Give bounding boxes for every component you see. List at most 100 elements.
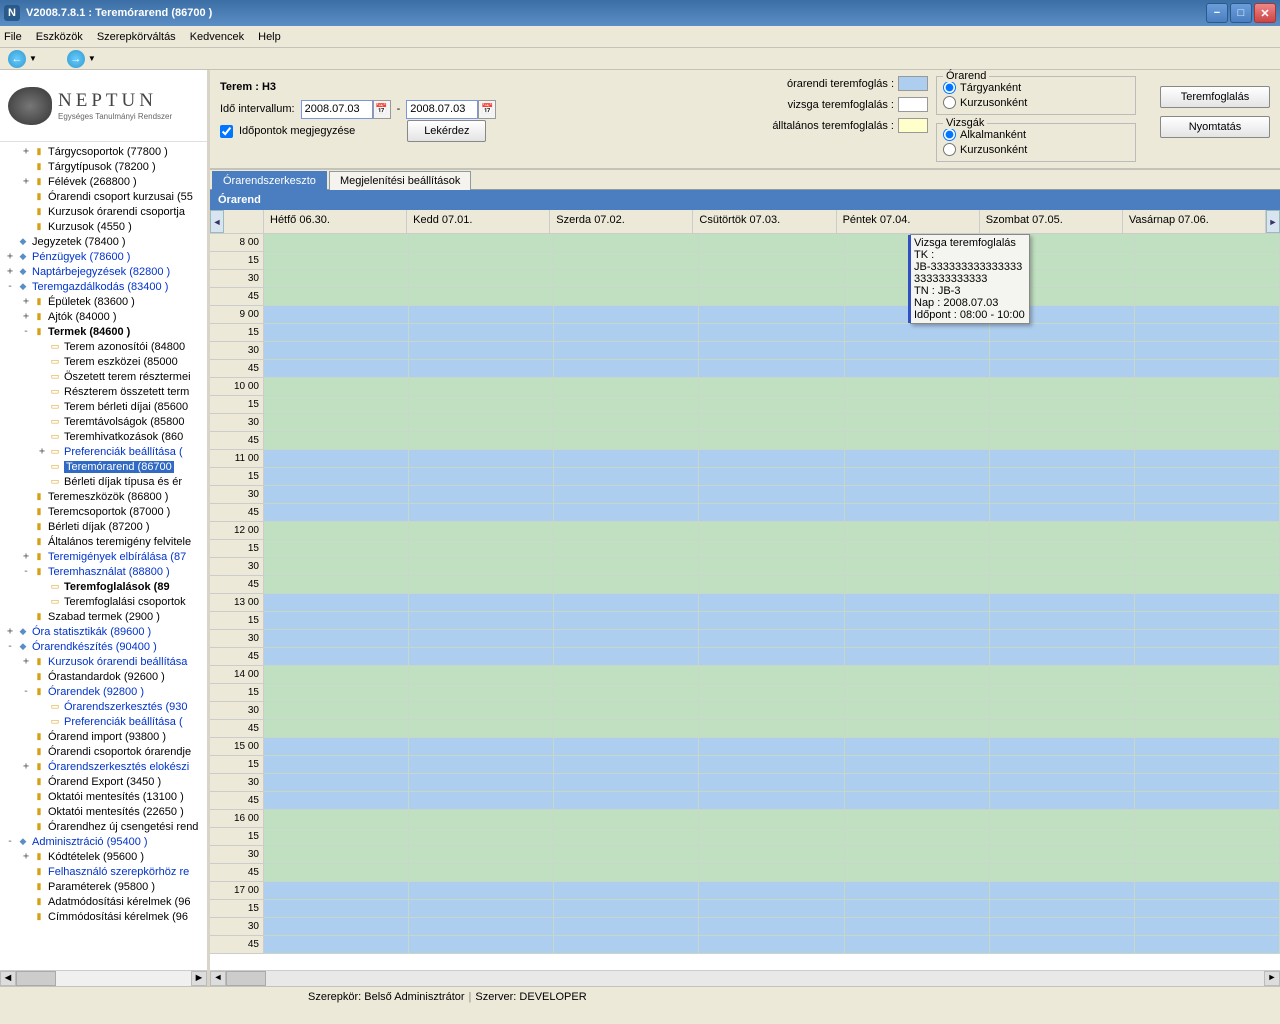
maximize-button[interactable]: □ [1230,3,1252,23]
time-slot[interactable] [264,828,409,846]
time-slot[interactable] [264,234,409,252]
tree-node[interactable]: +▭Preferenciák beállítása ( [0,444,207,459]
time-slot[interactable] [990,756,1135,774]
time-slot[interactable] [409,864,554,882]
time-slot[interactable] [990,378,1135,396]
menu-favorites[interactable]: Kedvencek [190,31,244,43]
tree-node[interactable]: ▮Adatmódosítási kérelmek (96 [0,894,207,909]
time-slot[interactable] [554,918,699,936]
time-slot[interactable] [990,360,1135,378]
targyankent-radio[interactable] [943,81,956,94]
time-slot[interactable] [845,828,990,846]
time-slot[interactable] [264,468,409,486]
prev-week-button[interactable]: ◄ [210,210,224,233]
tree-node[interactable]: ▭Teremfoglalási csoportok [0,594,207,609]
time-slot[interactable] [264,738,409,756]
time-slot[interactable] [845,504,990,522]
time-slot[interactable] [554,882,699,900]
navigation-tree[interactable]: +▮Tárgycsoportok (77800 )▮Tárgytípusok (… [0,142,207,970]
tree-toggle-icon[interactable]: - [20,686,32,697]
time-slot[interactable] [409,648,554,666]
tree-node[interactable]: ▭Teremórarend (86700 [0,459,207,474]
date-to[interactable]: 📅 [406,100,496,119]
time-slot[interactable] [1135,288,1280,306]
time-slot[interactable] [554,756,699,774]
tree-node[interactable]: ▭Öszetett terem résztermei [0,369,207,384]
kurzusonkent2-radio[interactable] [943,143,956,156]
time-slot[interactable] [1135,612,1280,630]
time-slot[interactable] [990,702,1135,720]
tree-node[interactable]: ▮Órastandardok (92600 ) [0,669,207,684]
time-slot[interactable] [845,666,990,684]
time-slot[interactable] [554,936,699,954]
time-slot[interactable] [1135,234,1280,252]
time-slot[interactable] [845,540,990,558]
time-slot[interactable] [409,558,554,576]
time-slot[interactable] [409,882,554,900]
tree-toggle-icon[interactable]: + [4,251,16,262]
time-slot[interactable] [554,414,699,432]
remember-checkbox[interactable] [220,125,233,138]
time-slot[interactable] [990,504,1135,522]
time-slot[interactable] [554,738,699,756]
time-slot[interactable] [845,558,990,576]
time-slot[interactable] [554,684,699,702]
tree-node[interactable]: +◆Naptárbejegyzések (82800 ) [0,264,207,279]
time-slot[interactable] [409,324,554,342]
tree-toggle-icon[interactable]: + [4,626,16,637]
time-slot[interactable] [699,756,844,774]
time-slot[interactable] [409,414,554,432]
tree-toggle-icon[interactable]: + [20,761,32,772]
tree-node[interactable]: +▮Tárgycsoportok (77800 ) [0,144,207,159]
time-slot[interactable] [409,936,554,954]
time-slot[interactable] [264,900,409,918]
tree-node[interactable]: +▮Kurzusok órarendi beállítása [0,654,207,669]
time-slot[interactable] [845,324,990,342]
time-slot[interactable] [1135,450,1280,468]
time-slot[interactable] [699,864,844,882]
time-slot[interactable] [554,486,699,504]
time-slot[interactable] [554,342,699,360]
time-slot[interactable] [990,774,1135,792]
time-slot[interactable] [699,738,844,756]
time-slot[interactable] [699,558,844,576]
time-slot[interactable] [554,378,699,396]
tree-node[interactable]: ▭Órarendszerkesztés (930 [0,699,207,714]
time-slot[interactable] [845,648,990,666]
calendar-icon[interactable]: 📅 [373,100,391,119]
time-slot[interactable] [1135,738,1280,756]
time-slot[interactable] [264,342,409,360]
tree-node[interactable]: -▮Teremhasználat (88800 ) [0,564,207,579]
time-slot[interactable] [409,900,554,918]
day-header[interactable]: Szombat 07.05. [980,210,1123,233]
time-slot[interactable] [264,666,409,684]
time-slot[interactable] [554,540,699,558]
time-slot[interactable] [409,540,554,558]
tree-node[interactable]: +▮Épületek (83600 ) [0,294,207,309]
time-slot[interactable] [990,846,1135,864]
date-to-input[interactable] [406,100,478,119]
time-slot[interactable] [409,810,554,828]
time-slot[interactable] [409,828,554,846]
time-slot[interactable] [554,522,699,540]
time-slot[interactable] [409,666,554,684]
time-slot[interactable] [699,720,844,738]
tree-toggle-icon[interactable]: + [20,551,32,562]
time-slot[interactable] [554,648,699,666]
time-slot[interactable] [1135,558,1280,576]
calendar-icon[interactable]: 📅 [478,100,496,119]
alkalmankent-radio[interactable] [943,128,956,141]
tree-node[interactable]: +▮Ajtók (84000 ) [0,309,207,324]
tree-node[interactable]: ▮Általános teremigény felvitele [0,534,207,549]
time-slot[interactable] [409,252,554,270]
time-slot[interactable] [699,828,844,846]
time-slot[interactable] [990,522,1135,540]
time-slot[interactable] [699,810,844,828]
time-slot[interactable] [409,774,554,792]
tree-node[interactable]: +▮Teremigények elbírálása (87 [0,549,207,564]
tree-node[interactable]: ▭Terem eszközei (85000 [0,354,207,369]
time-slot[interactable] [264,702,409,720]
scroll-right-icon[interactable]: ► [191,971,207,986]
time-slot[interactable] [845,756,990,774]
time-slot[interactable] [699,900,844,918]
